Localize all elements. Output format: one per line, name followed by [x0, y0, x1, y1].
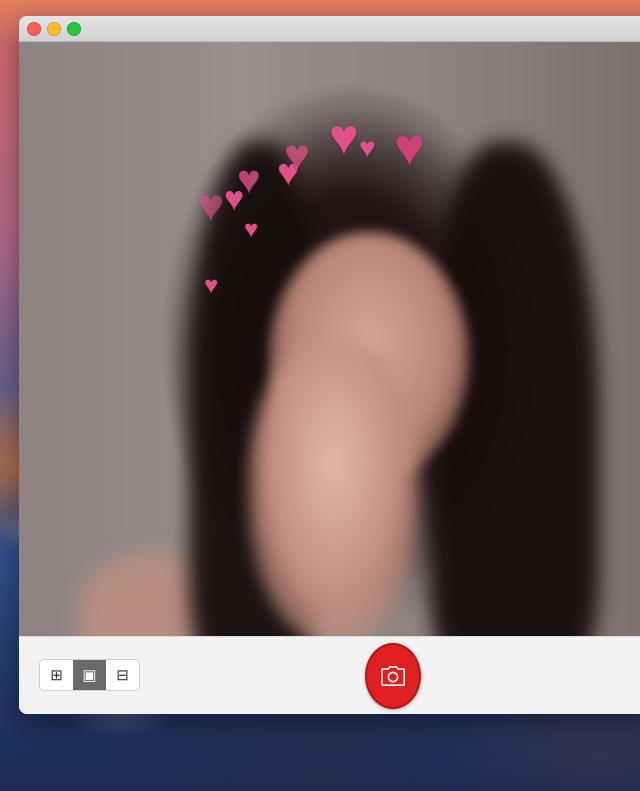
heart-icon: ♥: [394, 119, 425, 177]
camera-preview: ♥ ♥ ♥ ♥ ♥ ♥ ♥ ♥ ♥ ♥: [19, 42, 640, 636]
single-frame-icon: ▣: [82, 667, 97, 684]
heart-icon: ♥: [284, 131, 311, 180]
hand: [249, 342, 419, 636]
heart-icon: ♥: [204, 272, 219, 299]
grid-icon: ⊞: [50, 667, 63, 684]
grid-layout-button[interactable]: ⊞: [40, 660, 73, 690]
take-photo-button[interactable]: [365, 643, 421, 709]
bottom-toolbar: ⊞ ▣ ⊟: [19, 636, 640, 714]
photo-booth-window: ♥ ♥ ♥ ♥ ♥ ♥ ♥ ♥ ♥ ♥ ⊞ ▣ ⊟: [19, 16, 640, 714]
layout-selector: ⊞ ▣ ⊟: [39, 659, 140, 691]
minimize-button[interactable]: [47, 22, 61, 36]
heart-icon: ♥: [329, 109, 359, 165]
close-button[interactable]: [27, 22, 41, 36]
camera-icon: [381, 666, 405, 686]
heart-icon: ♥: [359, 132, 376, 163]
heart-icon: ♥: [237, 158, 261, 202]
heart-icon: ♥: [244, 216, 259, 243]
single-photo-button[interactable]: ▣: [73, 660, 106, 690]
maximize-button[interactable]: [67, 22, 81, 36]
film-strip-button[interactable]: ⊟: [106, 660, 139, 690]
title-bar[interactable]: [19, 16, 640, 42]
film-strip-icon: ⊟: [116, 667, 129, 684]
heart-icon: ♥: [197, 179, 225, 231]
